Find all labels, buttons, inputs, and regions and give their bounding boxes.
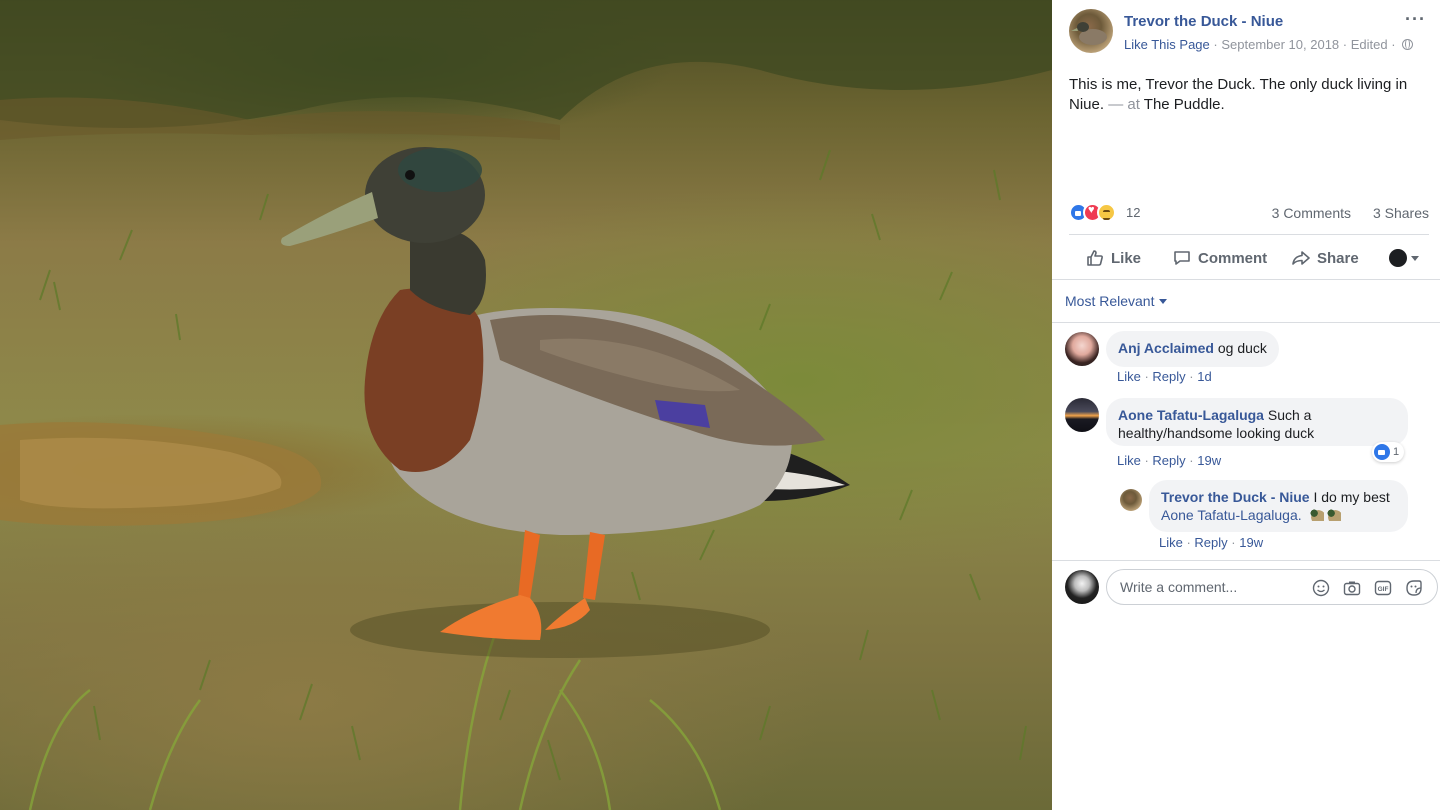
viewer-avatar[interactable] — [1065, 570, 1099, 604]
commenter-avatar[interactable] — [1065, 398, 1099, 432]
place-link[interactable]: The Puddle — [1144, 96, 1221, 113]
comment-composer: Write a comment... GIF — [1052, 562, 1440, 614]
comment-bubble: Aone Tafatu-Lagaluga Such a healthy/hand… — [1106, 398, 1408, 446]
duck-avatar-icon — [1071, 22, 1107, 45]
comment-text: og duck — [1217, 340, 1267, 356]
post-photo[interactable] — [0, 0, 1052, 810]
divider — [1052, 560, 1440, 561]
reply-avatar[interactable] — [1120, 489, 1142, 511]
comment-author[interactable]: Aone Tafatu-Lagaluga — [1118, 407, 1264, 423]
divider — [1052, 322, 1440, 323]
comment-time[interactable]: 1d — [1197, 369, 1211, 384]
meta-separator: · — [1391, 37, 1396, 52]
sad-icon — [1097, 203, 1116, 222]
comment-reply-link[interactable]: Reply — [1152, 453, 1185, 468]
duck-emoji-icon — [1327, 509, 1342, 521]
post-date[interactable]: September 10, 2018 — [1221, 37, 1339, 52]
camera-icon[interactable] — [1343, 579, 1361, 597]
sticker-icon[interactable] — [1405, 579, 1423, 597]
post-text-at: — at — [1104, 96, 1144, 113]
share-button[interactable]: Share — [1291, 238, 1359, 278]
comment-actions: Like · Reply · 1d — [1117, 369, 1212, 384]
page-name[interactable]: Trevor the Duck - Niue — [1124, 13, 1283, 30]
comment-like-count: 1 — [1393, 446, 1400, 458]
globe-icon[interactable] — [1402, 39, 1414, 50]
comment-like-link[interactable]: Like — [1159, 535, 1183, 550]
comment-reply-link[interactable]: Reply — [1152, 369, 1185, 384]
viewer-avatar — [1389, 249, 1407, 267]
comment-reply-link[interactable]: Reply — [1194, 535, 1227, 550]
post-as-selector[interactable] — [1389, 238, 1419, 278]
comment-bubble: Anj Acclaimed og duck — [1106, 331, 1279, 367]
divider — [1069, 234, 1429, 235]
comment-icon — [1174, 251, 1190, 265]
like-button-label: Like — [1111, 249, 1142, 267]
edited-label[interactable]: Edited — [1351, 37, 1388, 52]
thumbs-up-icon — [1087, 250, 1103, 266]
post-header: Trevor the Duck - Niue Like This Page · … — [1052, 0, 1440, 66]
comment-like-badge[interactable]: 1 — [1372, 442, 1405, 462]
comments-count[interactable]: 3 Comments — [1272, 205, 1351, 221]
meta-separator: · — [1342, 37, 1351, 52]
comment-sort-dropdown[interactable]: Most Relevant — [1065, 293, 1168, 309]
chevron-down-icon — [1411, 255, 1419, 261]
comment-input-placeholder: Write a comment... — [1120, 579, 1238, 595]
comment-time[interactable]: 19w — [1197, 453, 1221, 468]
comment-input[interactable]: Write a comment... GIF — [1106, 569, 1438, 605]
comment-like-link[interactable]: Like — [1117, 369, 1141, 384]
post-actions: Like Comment Share — [1069, 238, 1429, 278]
comment-button-label: Comment — [1198, 249, 1268, 267]
comment-time[interactable]: 19w — [1239, 535, 1263, 550]
comment-actions: Like · Reply · 19w — [1159, 535, 1264, 550]
duck-emoji-icon — [1309, 509, 1324, 521]
like-icon — [1374, 444, 1390, 460]
comment-text: I do my best — [1313, 489, 1390, 505]
comment-sort-label: Most Relevant — [1065, 293, 1155, 309]
comment-like-link[interactable]: Like — [1117, 453, 1141, 468]
reply-bubble: Trevor the Duck - Niue I do my best Aone… — [1149, 480, 1408, 532]
comment-button[interactable]: Comment — [1172, 238, 1267, 278]
post-text-end: . — [1220, 96, 1225, 113]
duck-photo-illustration — [0, 0, 1052, 810]
commenter-avatar[interactable] — [1065, 332, 1099, 366]
page-avatar[interactable] — [1069, 9, 1113, 53]
comment-actions: Like · Reply · 19w — [1117, 453, 1222, 468]
shares-count[interactable]: 3 Shares — [1373, 205, 1429, 221]
share-icon — [1292, 251, 1310, 265]
gif-icon[interactable]: GIF — [1374, 579, 1392, 597]
reaction-count[interactable]: 12 — [1126, 205, 1140, 220]
svg-text:GIF: GIF — [1378, 586, 1389, 593]
post-side-panel: Trevor the Duck - Niue Like This Page · … — [1052, 0, 1440, 810]
reactions-bar: 12 3 Comments 3 Shares — [1069, 202, 1429, 224]
mention-link[interactable]: Aone Tafatu-Lagaluga. — [1161, 507, 1302, 523]
comment-author[interactable]: Anj Acclaimed — [1118, 340, 1214, 356]
like-page-link[interactable]: Like This Page — [1124, 37, 1210, 52]
like-button[interactable]: Like — [1085, 238, 1141, 278]
divider — [1052, 279, 1440, 280]
chevron-down-icon — [1159, 298, 1168, 304]
emoji-icon[interactable] — [1312, 579, 1330, 597]
comment-author[interactable]: Trevor the Duck - Niue — [1161, 489, 1310, 505]
post-meta: Like This Page · September 10, 2018 · Ed… — [1124, 37, 1414, 52]
more-options-icon[interactable]: ··· — [1405, 10, 1426, 28]
post-text: This is me, Trevor the Duck. The only du… — [1069, 75, 1431, 115]
share-button-label: Share — [1317, 249, 1359, 267]
